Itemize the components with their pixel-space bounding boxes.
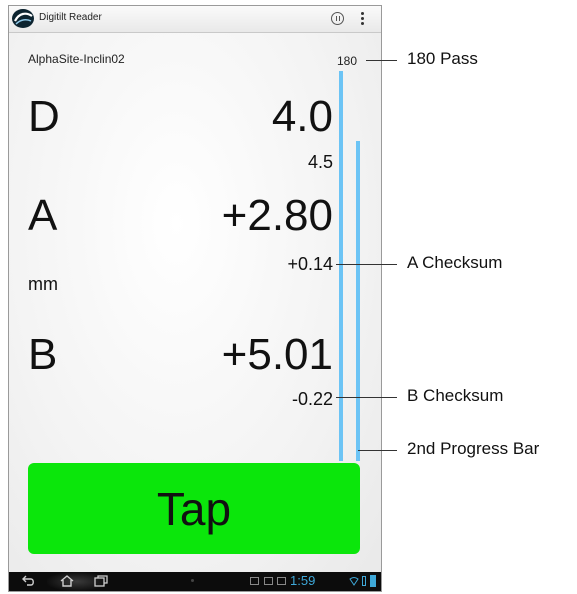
a-reading-value: +2.80 [221, 191, 333, 240]
a-checksum-callout-line [336, 264, 397, 265]
b-reading-value: +5.01 [221, 330, 333, 379]
pass-callout-line [366, 60, 397, 61]
storage-notification-icon [277, 577, 286, 585]
second-progress-bar [356, 141, 360, 461]
first-progress-bar [339, 71, 343, 461]
depth-value: 4.0 [271, 92, 333, 141]
reading-panel: AlphaSite-Inclin02 180 D 4.0 4.5 A +2.80… [9, 33, 381, 578]
b-checksum-callout-label: B Checksum [407, 386, 504, 405]
app-logo-icon [12, 9, 34, 28]
a-checksum-callout-label: A Checksum [407, 253, 503, 272]
a-checksum-value: +0.14 [287, 254, 333, 274]
tap-button[interactable]: Tap [28, 463, 360, 554]
bluetooth-icon [362, 576, 366, 586]
wifi-icon [349, 577, 359, 586]
recent-apps-icon[interactable] [93, 574, 109, 588]
tablet-screen: Digitilt Reader AlphaSite-Inclin02 180 D… [8, 5, 382, 592]
app-title: Digitilt Reader [39, 12, 102, 23]
status-clock: 1:59 [290, 573, 316, 588]
center-dot [191, 579, 194, 582]
pass-callout-label: 180 Pass [407, 49, 478, 68]
depth-label: D [28, 92, 60, 141]
progress-bar-callout-line [358, 450, 397, 451]
site-name: AlphaSite-Inclin02 [28, 52, 125, 66]
home-icon[interactable] [59, 574, 75, 588]
download-notification-icon [264, 577, 273, 585]
progress-bar-callout-label: 2nd Progress Bar [407, 439, 540, 458]
b-axis-label: B [28, 330, 58, 379]
unit-label: mm [28, 274, 58, 294]
battery-icon [370, 575, 376, 587]
back-icon[interactable] [21, 574, 37, 588]
overflow-menu-icon[interactable] [358, 11, 366, 27]
b-checksum-callout-line [336, 397, 397, 398]
action-bar: Digitilt Reader [9, 6, 381, 33]
next-depth-value: 4.5 [307, 152, 333, 172]
b-checksum-value: -0.22 [291, 389, 333, 409]
pause-icon[interactable] [331, 12, 344, 25]
system-navigation-bar: 1:59 [9, 572, 381, 591]
gallery-notification-icon [250, 577, 259, 585]
pass-count: 180 [337, 54, 358, 68]
a-axis-label: A [28, 191, 58, 240]
